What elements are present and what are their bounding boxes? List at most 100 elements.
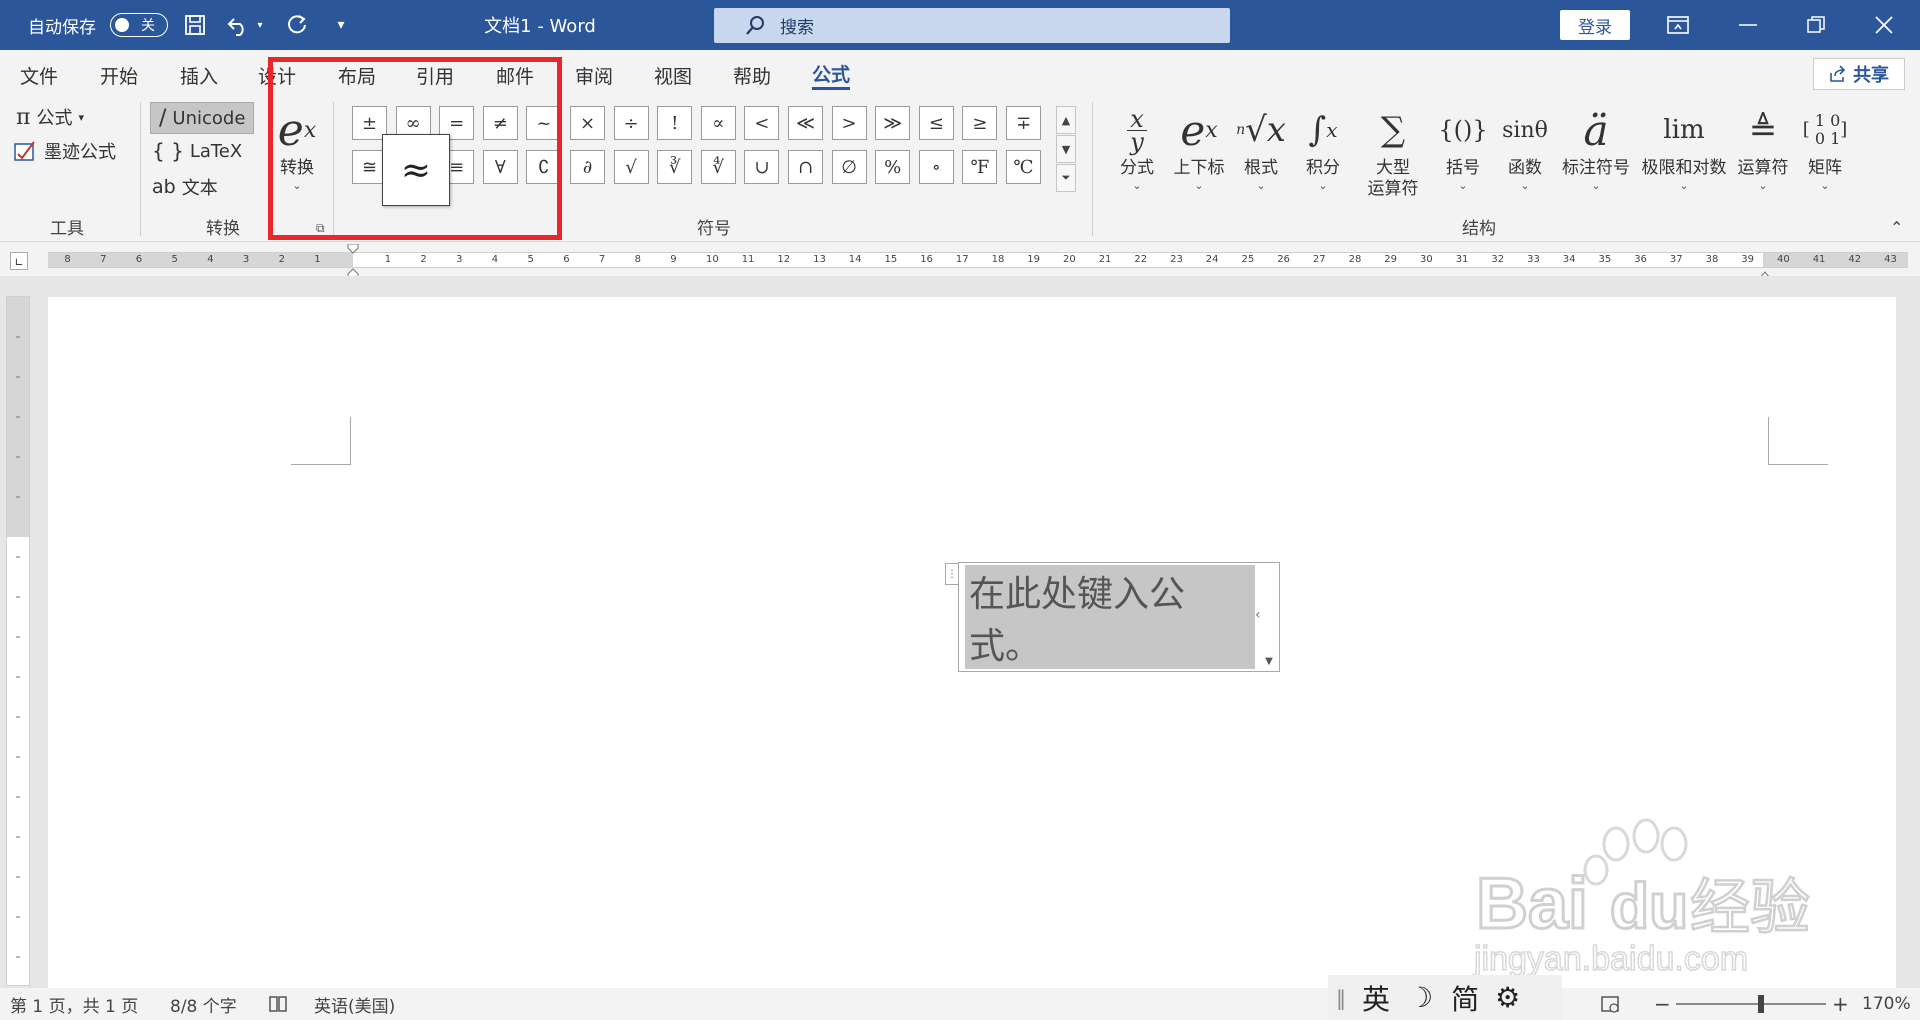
tab-home[interactable]: 开始 <box>100 60 138 90</box>
tab-help[interactable]: 帮助 <box>733 60 771 90</box>
symbol-button[interactable]: ∅ <box>831 150 867 184</box>
operator-button[interactable]: ≜ 运算符 ⌄ <box>1728 102 1798 210</box>
symbol-button[interactable]: ≫ <box>875 106 911 140</box>
symbol-button[interactable]: ∛ <box>657 150 693 184</box>
gallery-up-icon[interactable]: ▲ <box>1056 106 1076 134</box>
login-button[interactable]: 登录 <box>1560 10 1630 40</box>
text-label: 文本 <box>181 178 218 199</box>
pi-icon: π <box>16 104 31 130</box>
ruler-number: 12 <box>777 254 791 265</box>
search-input[interactable]: 搜索 <box>714 8 1230 43</box>
bracket-button[interactable]: {()} 括号 ⌄ <box>1428 102 1498 210</box>
equation-container[interactable]: ⋮ 在此处键入公式。 ‹ ▼ <box>945 562 1280 672</box>
zoom-level[interactable]: 170% <box>1862 988 1911 1020</box>
integral-button[interactable]: ∫ x 积分 ⌄ <box>1288 102 1358 210</box>
share-button[interactable]: 共享 <box>1813 58 1905 90</box>
ruler-number: 13 <box>813 254 826 265</box>
bracket-icon: {()} <box>1438 116 1488 144</box>
function-button[interactable]: sinθ 函数 ⌄ <box>1490 102 1560 210</box>
zoom-out-icon[interactable]: − <box>1654 988 1671 1020</box>
undo-dropdown-icon[interactable]: ▾ <box>252 10 268 40</box>
right-indent-marker-icon[interactable] <box>1758 264 1772 279</box>
collapse-ribbon-icon[interactable]: ⌃ <box>1890 218 1903 237</box>
equation-handle-icon[interactable]: ⋮ <box>945 563 959 585</box>
radical-button[interactable]: n √x 根式 ⌄ <box>1226 102 1296 210</box>
ime-moon-icon[interactable]: ☽ <box>1408 981 1433 1014</box>
document-page[interactable]: ⋮ 在此处键入公式。 ‹ ▼ <box>48 297 1896 989</box>
symbol-button[interactable]: ≤ <box>918 106 954 140</box>
symbol-button[interactable]: ∂ <box>570 150 605 184</box>
chevron-down-icon: ⌄ <box>1758 179 1768 192</box>
accent-button[interactable]: ä 标注符号 ⌄ <box>1558 102 1634 210</box>
ruler-number: 26 <box>1277 254 1290 265</box>
symbol-button[interactable]: ℃ <box>1006 150 1041 184</box>
tab-equation[interactable]: 公式 <box>812 60 851 90</box>
proofing-icon[interactable] <box>268 988 288 1020</box>
symbol-button[interactable]: ÷ <box>613 106 649 140</box>
close-icon[interactable] <box>1854 0 1914 50</box>
function-label: 函数 <box>1508 158 1542 178</box>
language[interactable]: 英语(美国) <box>314 988 395 1020</box>
symbol-button[interactable]: ∜ <box>700 150 736 184</box>
matrix-button[interactable]: [ 1 0 0 1 ] 矩阵 ⌄ <box>1790 102 1860 210</box>
tab-selector-icon[interactable]: ∟ <box>10 252 28 270</box>
text-button[interactable]: ab 文本 <box>152 174 218 200</box>
fraction-button[interactable]: xy 分式 ⌄ <box>1102 102 1172 210</box>
symbol-button[interactable]: % <box>875 150 911 184</box>
symbol-button[interactable]: ℉ <box>962 150 998 184</box>
save-icon[interactable] <box>180 10 210 40</box>
equation-placeholder[interactable]: 在此处键入公式。 <box>965 565 1255 669</box>
large-operator-button[interactable]: ∑ 大型 运算符 <box>1358 102 1428 210</box>
ruler-number: 33 <box>1527 254 1540 265</box>
ime-grip-icon[interactable]: ‖ <box>1336 986 1346 1010</box>
symbol-button[interactable]: ≥ <box>962 106 998 140</box>
symbol-button[interactable]: > <box>831 106 867 140</box>
symbol-button[interactable]: ∩ <box>788 150 823 184</box>
ribbon-display-options-icon[interactable] <box>1648 0 1708 50</box>
ime-width[interactable]: 简 <box>1451 978 1479 1018</box>
ime-settings-icon[interactable]: ⚙ <box>1495 981 1520 1014</box>
symbol-button[interactable]: ∪ <box>744 150 780 184</box>
autosave-toggle[interactable]: 关 <box>110 13 168 37</box>
customize-qat-icon[interactable]: ▾ <box>326 10 356 40</box>
zoom-in-icon[interactable]: + <box>1832 988 1849 1020</box>
indent-marker-icon[interactable] <box>347 243 359 281</box>
gallery-down-icon[interactable]: ▼ <box>1056 135 1076 163</box>
accent-label: 标注符号 <box>1562 158 1630 178</box>
unicode-button[interactable]: / Unicode <box>150 102 255 134</box>
braces-icon: { } <box>152 139 184 163</box>
tab-file[interactable]: 文件 <box>20 60 58 90</box>
symbol-button[interactable]: ≪ <box>788 106 823 140</box>
undo-icon[interactable] <box>224 10 254 40</box>
limit-icon: lim <box>1663 115 1705 145</box>
symbol-button[interactable]: < <box>744 106 780 140</box>
equation-button[interactable]: π 公式 ▾ <box>16 104 84 130</box>
symbol-button[interactable]: ∝ <box>700 106 736 140</box>
latex-button[interactable]: { } LaTeX <box>152 139 242 163</box>
word-count[interactable]: 8/8 个字 <box>170 988 237 1020</box>
ink-equation-button[interactable]: 墨迹公式 <box>14 138 116 164</box>
chevron-down-icon: ⌄ <box>1194 179 1204 192</box>
page-info[interactable]: 第 1 页，共 1 页 <box>10 988 138 1020</box>
symbol-button[interactable]: ∓ <box>1006 106 1041 140</box>
zoom-slider[interactable] <box>1676 1003 1826 1005</box>
symbol-button[interactable]: √ <box>613 150 649 184</box>
script-button[interactable]: ex 上下标 ⌄ <box>1164 102 1234 210</box>
bracket-label: 括号 <box>1446 158 1480 178</box>
limit-log-button[interactable]: lim 极限和对数 ⌄ <box>1636 102 1732 210</box>
gallery-more-icon[interactable]: ⏷ <box>1056 164 1076 192</box>
ime-mode[interactable]: 英 <box>1362 978 1390 1018</box>
tab-view[interactable]: 视图 <box>654 60 692 90</box>
ruler-number: 24 <box>1205 254 1219 265</box>
redo-icon[interactable] <box>282 10 312 40</box>
zoom-slider-thumb[interactable] <box>1758 995 1764 1013</box>
tab-insert[interactable]: 插入 <box>180 60 218 90</box>
symbol-button[interactable]: ∘ <box>918 150 954 184</box>
minimize-icon[interactable] <box>1718 0 1778 50</box>
symbol-button[interactable]: × <box>570 106 605 140</box>
equation-options-icon[interactable]: ▼ <box>1259 651 1279 671</box>
symbol-button[interactable]: ! <box>657 106 693 140</box>
tab-review[interactable]: 审阅 <box>575 60 613 90</box>
web-layout-icon[interactable] <box>1600 988 1620 1020</box>
restore-icon[interactable] <box>1786 0 1846 50</box>
